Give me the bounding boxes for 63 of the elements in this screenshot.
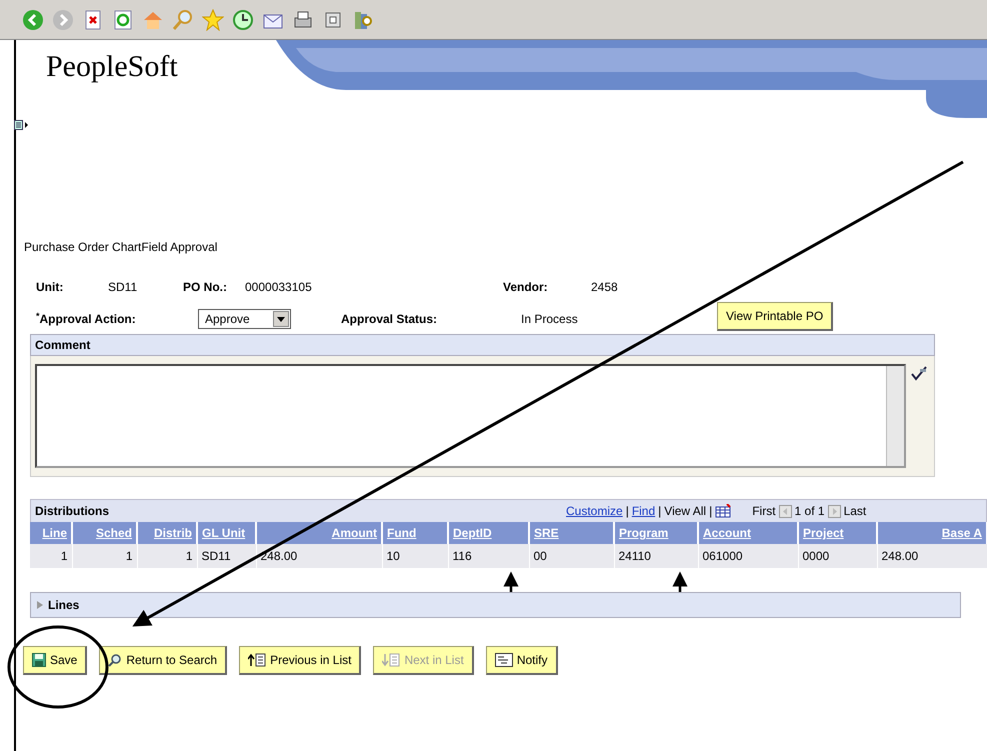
table-cell: 248.00 <box>256 544 382 568</box>
search-icon <box>108 653 122 667</box>
field-value: 0000033105 <box>245 280 312 294</box>
back-icon[interactable] <box>22 8 44 30</box>
section-label: Lines <box>48 597 80 614</box>
comment-field[interactable] <box>35 364 906 468</box>
field-label: PO No.: <box>183 280 227 294</box>
up-arrow-list-icon <box>248 653 266 667</box>
table-cell: 10 <box>382 544 448 568</box>
download-icon[interactable] <box>715 504 732 518</box>
table-cell: 00 <box>529 544 614 568</box>
approval-action-dropdown[interactable]: Approve <box>198 309 291 329</box>
grid-title: Distributions <box>35 503 110 520</box>
save-icon <box>32 653 46 667</box>
table-cell: 248.00 <box>877 544 987 568</box>
save-button[interactable]: Save <box>23 646 88 675</box>
table-cell: 1 <box>30 544 72 568</box>
field-label: Vendor: <box>503 280 548 294</box>
field-label: Approval Status: <box>341 312 438 326</box>
search-button[interactable]: Return to Search <box>99 646 228 675</box>
notify-button[interactable]: Notify <box>486 646 558 675</box>
next-icon[interactable] <box>828 504 841 518</box>
table-cell: 1 <box>72 544 137 568</box>
table-cell: 0000 <box>798 544 877 568</box>
expand-icon[interactable] <box>35 600 45 610</box>
table-cell: 24110 <box>614 544 698 568</box>
scrollbar[interactable] <box>886 366 904 466</box>
row-count: 1 of 1 <box>794 503 825 520</box>
view-printable-po-button[interactable]: View Printable PO <box>717 302 834 330</box>
table-cell: 1 <box>137 544 197 568</box>
previous-icon[interactable] <box>778 504 792 518</box>
grid-link[interactable]: View All <box>664 502 706 520</box>
search-icon[interactable] <box>172 8 194 30</box>
forward-icon[interactable] <box>52 8 74 30</box>
caret-icon <box>277 316 285 322</box>
separator: | <box>626 503 629 520</box>
previous-button[interactable]: Previous in List <box>239 646 362 675</box>
separator: | <box>658 503 662 520</box>
table-cell: 061000 <box>698 544 798 568</box>
logo: PeopleSoft <box>45 49 178 85</box>
spellcheck-icon[interactable] <box>910 366 928 382</box>
grid-link[interactable]: Find <box>632 502 656 520</box>
nav-first[interactable]: First <box>752 502 776 520</box>
history-icon[interactable] <box>232 8 254 30</box>
nav-last[interactable]: Last <box>844 502 866 520</box>
field-label: $^{*}$Approval Action: <box>36 312 136 326</box>
menu-toggle-icon[interactable] <box>14 120 28 130</box>
print-icon[interactable] <box>292 8 314 30</box>
down-arrow-list-icon <box>382 653 400 667</box>
field-value: 2458 <box>591 280 618 294</box>
star-icon[interactable] <box>202 8 224 30</box>
table-cell: 116 <box>448 544 529 568</box>
section-header: Comment <box>30 334 935 356</box>
field-value: In Process <box>521 312 578 326</box>
notify-icon <box>494 653 513 667</box>
field-label: Unit: <box>36 280 64 294</box>
field-value: SD11 <box>108 280 138 294</box>
table-cell: SD11 <box>197 544 256 568</box>
grid-link[interactable]: Customize <box>566 502 623 520</box>
collapsible-section[interactable]: Lines <box>30 592 961 618</box>
next-button: Next in List <box>373 646 474 675</box>
separator: | <box>709 503 712 520</box>
page-title: Purchase Order ChartField Approval <box>24 239 218 256</box>
